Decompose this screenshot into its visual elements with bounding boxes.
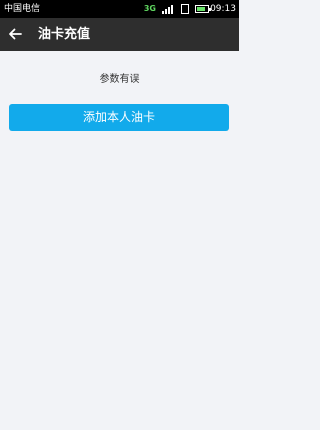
app-bar: 油卡充值 — [0, 18, 239, 51]
signal-icon — [162, 5, 173, 14]
status-bar: 中国电信 3G 09:13 — [0, 0, 239, 18]
error-message: 参数有误 — [99, 74, 140, 85]
network-type-label: 3G — [143, 4, 156, 13]
battery-icon — [195, 5, 211, 13]
arrow-left-icon[interactable] — [6, 25, 24, 43]
add-own-fuel-card-button[interactable]: 添加本人油卡 — [9, 104, 229, 131]
page-title: 油卡充值 — [38, 27, 91, 42]
battery-level — [197, 7, 205, 11]
carrier-label: 中国电信 — [4, 4, 41, 14]
clock: 09:13 — [210, 4, 236, 14]
sim-card-icon — [181, 4, 189, 14]
